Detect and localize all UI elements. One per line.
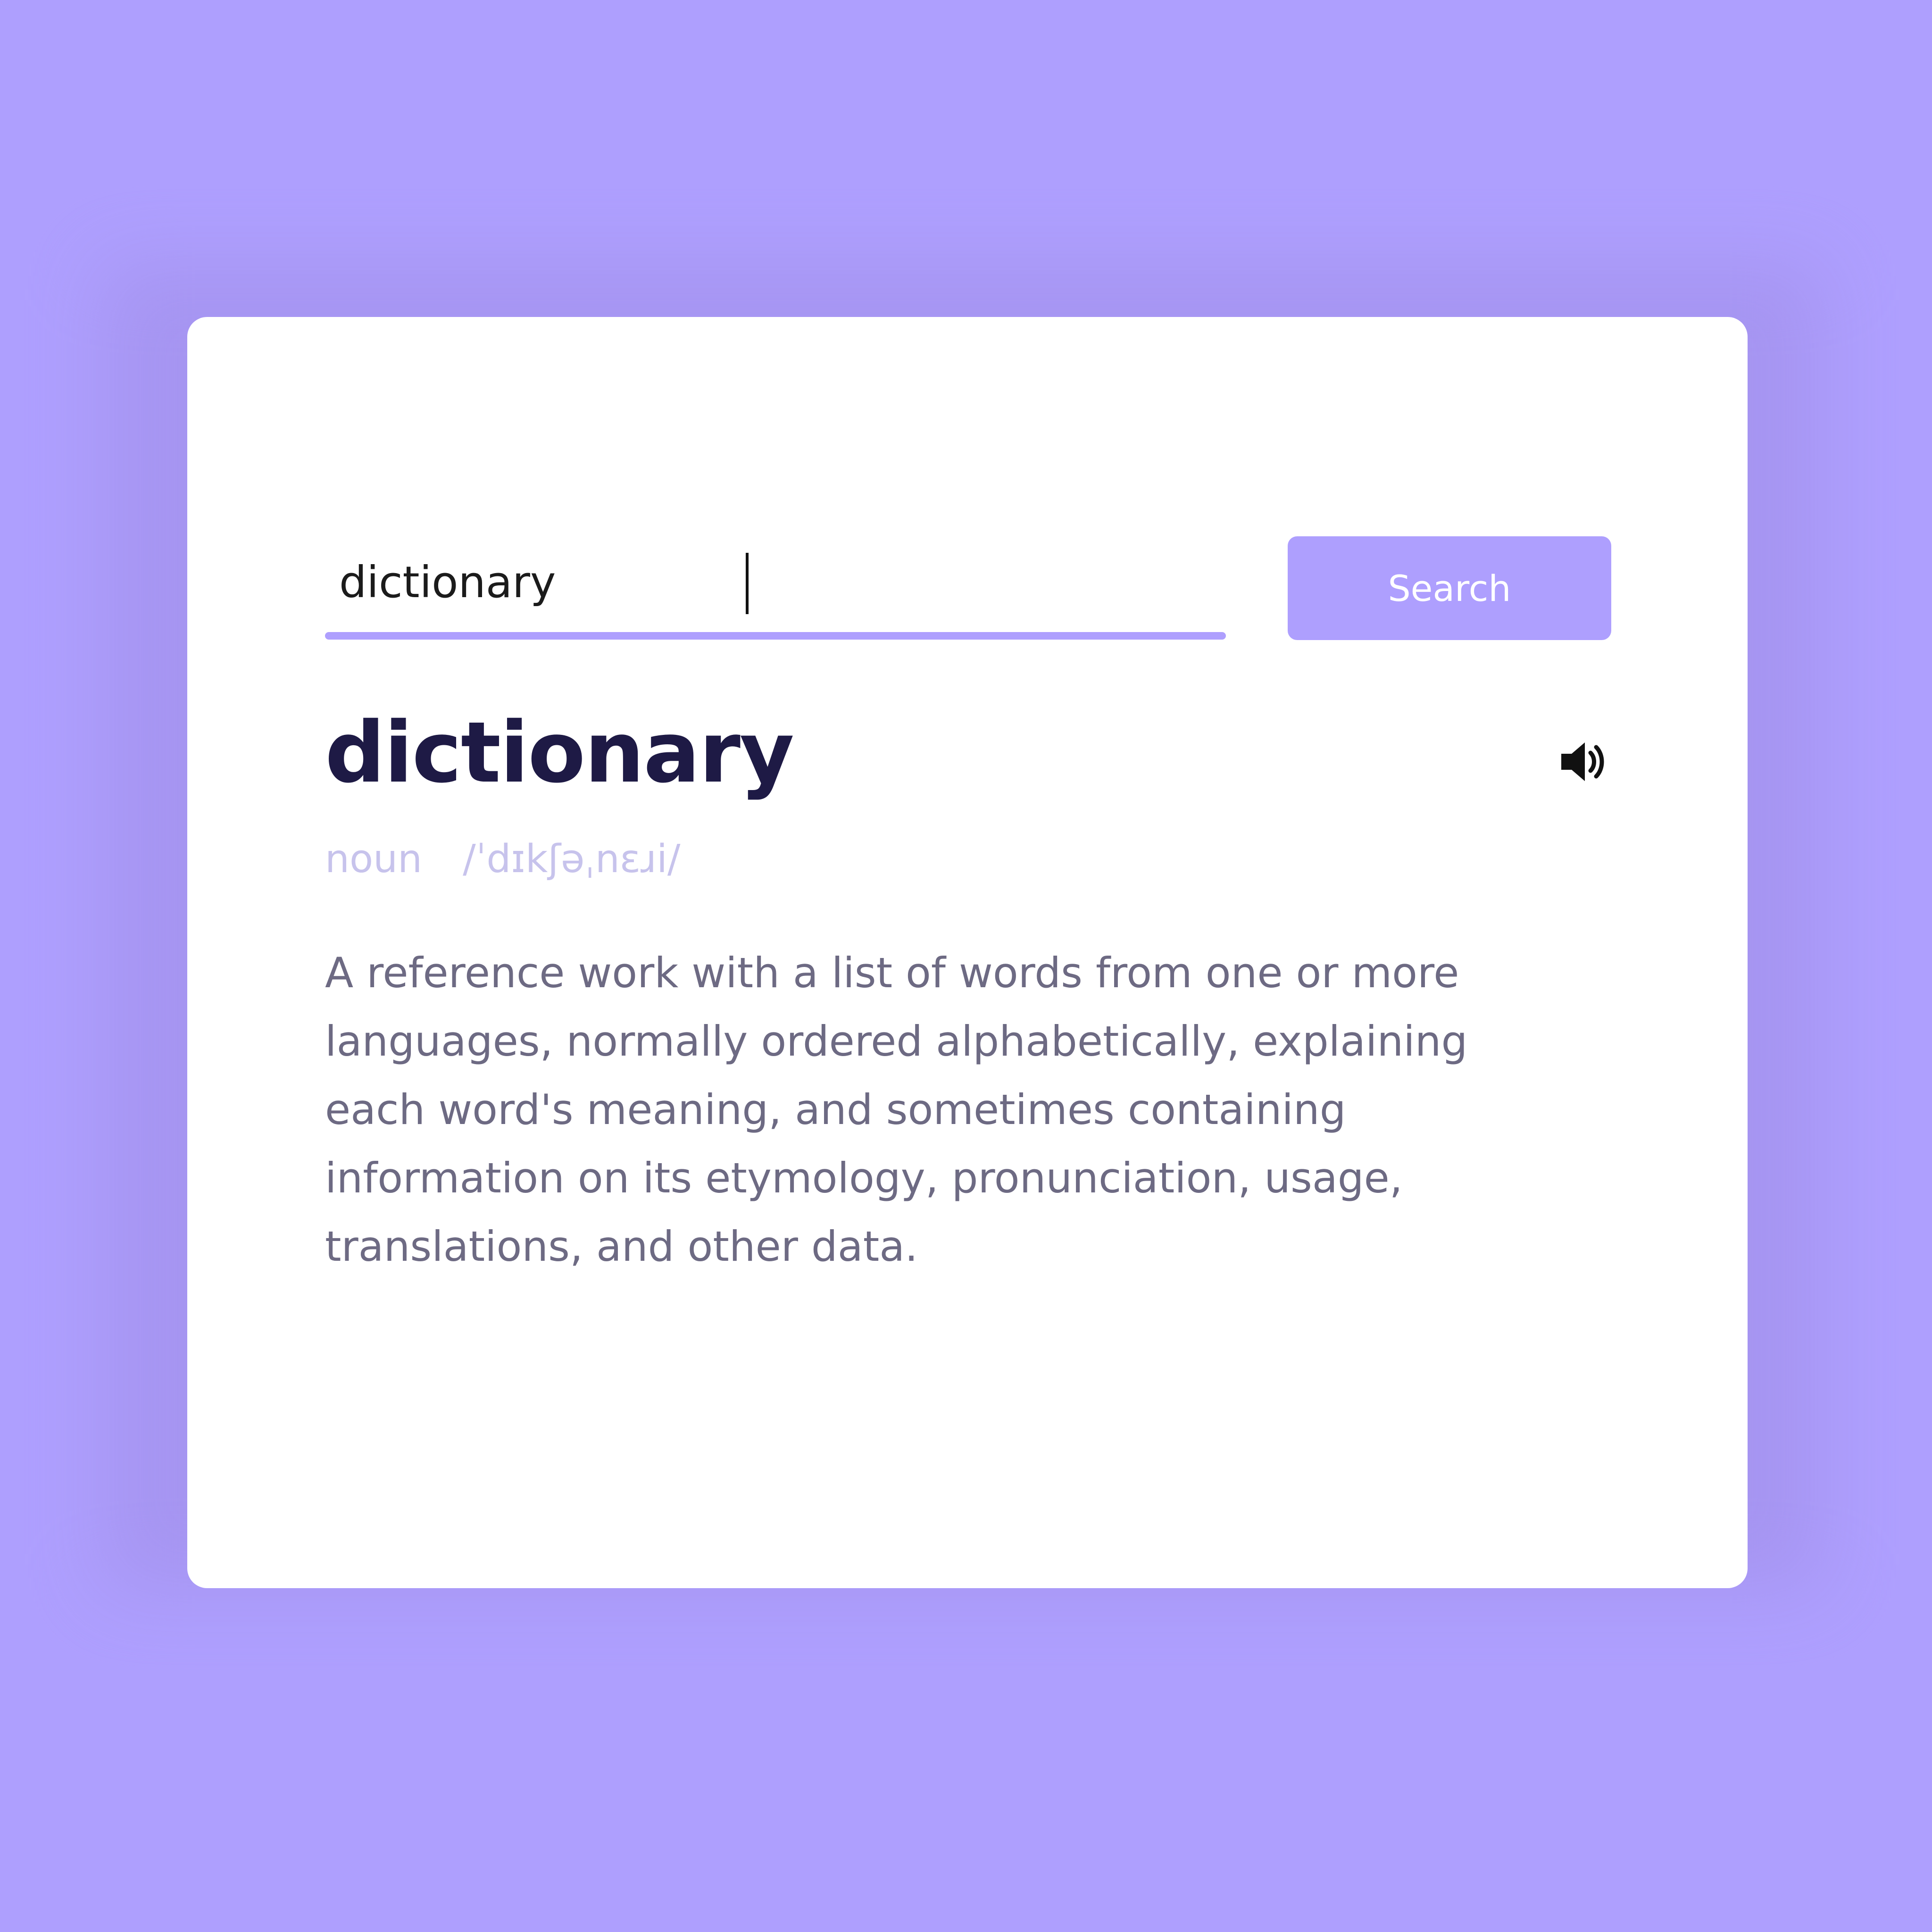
text-caret <box>746 553 749 614</box>
definition-text: A reference work with a list of words fr… <box>325 949 1468 1271</box>
speaker-icon[interactable] <box>1557 736 1609 788</box>
dictionary-card: Search dictionary noun /ˈdɪkʃəˌnɛɹi/ A r… <box>187 317 1748 1588</box>
search-input[interactable] <box>325 536 1226 628</box>
search-button[interactable]: Search <box>1288 536 1611 640</box>
entry-word: dictionary <box>325 704 794 801</box>
phonetic: /ˈdɪkʃəˌnɛɹi/ <box>463 837 681 882</box>
part-of-speech: noun <box>325 837 423 882</box>
search-field <box>325 536 1226 640</box>
entry-meta: noun /ˈdɪkʃəˌnɛɹi/ <box>325 837 709 882</box>
search-underline <box>325 632 1226 640</box>
